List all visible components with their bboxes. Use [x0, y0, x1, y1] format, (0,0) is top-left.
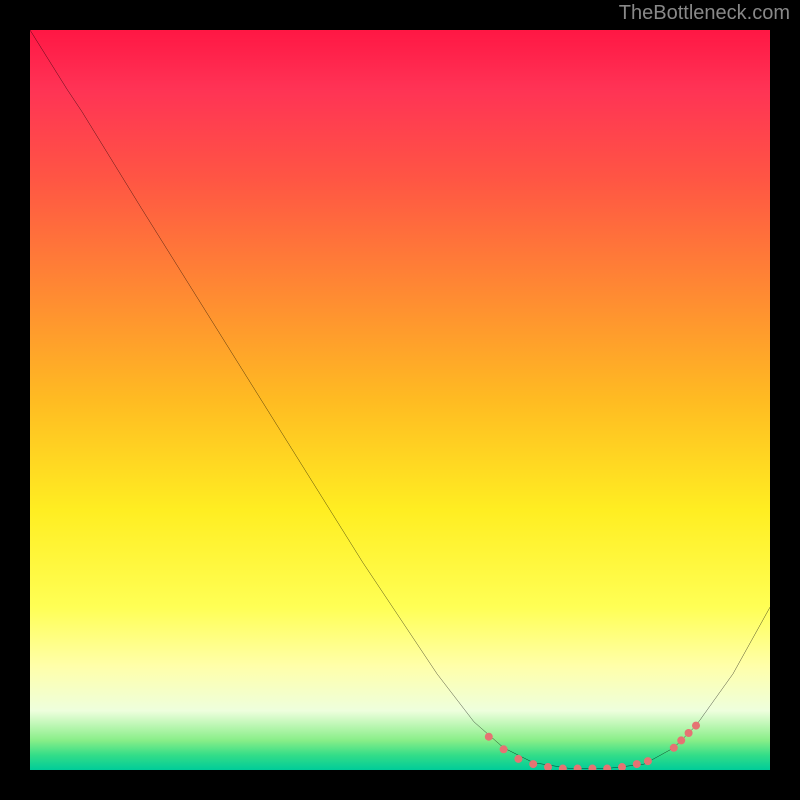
marker-dot: [670, 744, 678, 752]
marker-dot: [529, 760, 537, 768]
marker-dot: [574, 765, 582, 770]
marker-dot: [618, 763, 626, 770]
marker-dot: [633, 760, 641, 768]
marker-dot: [685, 729, 693, 737]
marker-dot: [644, 757, 652, 765]
marker-dot: [559, 765, 567, 770]
attribution-text: TheBottleneck.com: [619, 2, 790, 25]
marker-dot: [692, 722, 700, 730]
marker-dot: [514, 755, 522, 763]
marker-dot: [500, 745, 508, 753]
marker-dot: [588, 765, 596, 770]
marker-dot: [544, 763, 552, 770]
markers-group: [485, 722, 700, 770]
chart-marker-layer: [30, 30, 770, 770]
marker-dot: [485, 733, 493, 741]
chart-plot-area: [30, 30, 770, 770]
marker-dot: [677, 736, 685, 744]
marker-dot: [603, 765, 611, 770]
